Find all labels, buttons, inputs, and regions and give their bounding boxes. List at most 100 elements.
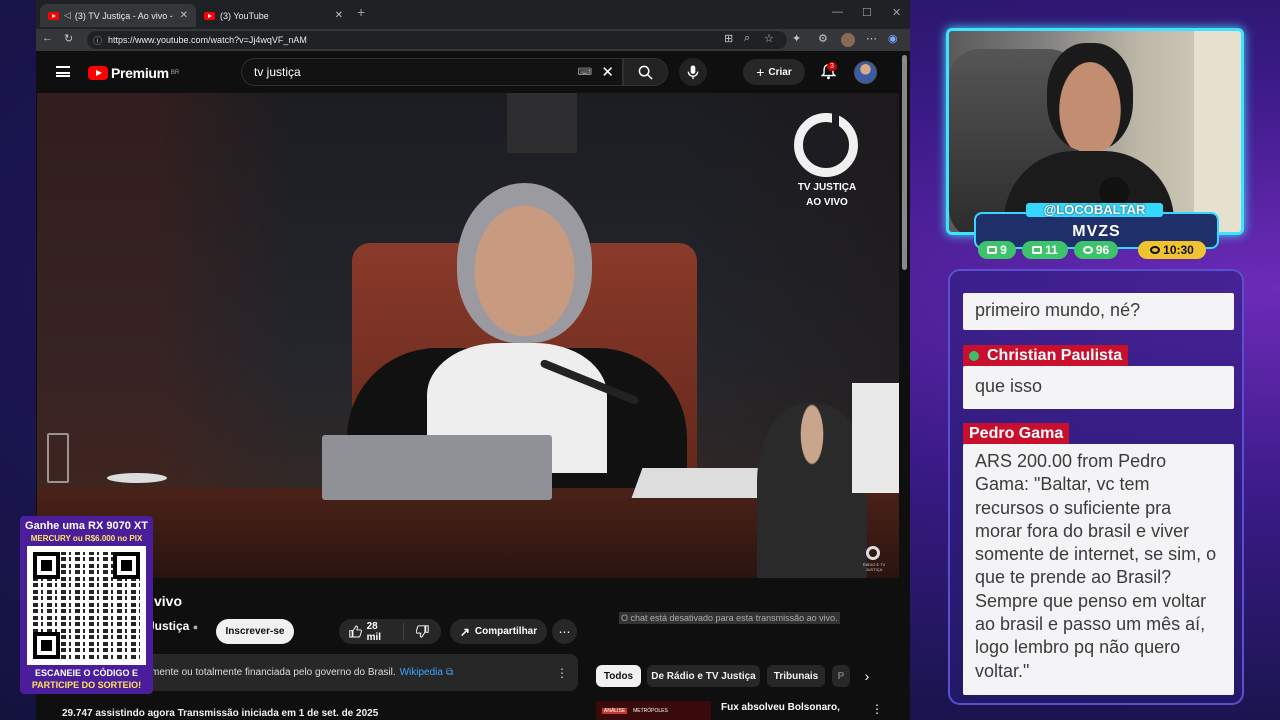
search-value: tv justiça <box>254 65 301 79</box>
close-tab-icon[interactable]: ✕ <box>180 10 188 21</box>
copilot-icon[interactable]: ◉ <box>888 32 898 45</box>
info-icon: ⓘ <box>93 35 103 46</box>
clock-icon <box>1150 246 1161 254</box>
judge-head <box>457 183 592 343</box>
address-bar[interactable]: ⓘ https://www.youtube.com/watch?v=Jj4wqV… <box>87 31 787 49</box>
chat-message: ARS 200.00 from Pedro Gama: "Baltar, vc … <box>963 444 1234 695</box>
promo-subline: MERCURY ou R$6.000 no PIX <box>30 534 143 543</box>
video-title: vivo <box>154 593 183 609</box>
chip-todos[interactable]: Todos <box>596 665 641 687</box>
maximize-icon[interactable]: ☐ <box>862 6 872 19</box>
close-tab-icon[interactable]: ✕ <box>335 10 343 21</box>
chip-partial[interactable]: P <box>832 665 850 687</box>
sign-language-interpreter <box>757 403 867 578</box>
clear-search-icon[interactable]: ✕ <box>601 63 614 81</box>
tv-justica-logo-icon <box>794 113 858 177</box>
side-papers <box>852 383 899 493</box>
notice-text: mente ou totalmente financiada pelo gove… <box>151 667 396 678</box>
reload-icon[interactable]: ↻ <box>64 32 73 45</box>
papers <box>631 468 773 498</box>
verified-icon: ● <box>192 622 199 632</box>
chat-author: Pedro Gama <box>963 423 1070 445</box>
extensions-icon[interactable]: ✦ <box>792 32 801 45</box>
speaker-icon: ◁ <box>64 10 71 20</box>
menu-dots-icon[interactable]: ⋯ <box>866 32 877 45</box>
close-window-icon[interactable]: ✕ <box>892 6 901 19</box>
recommendation-title[interactable]: Fux absolveu Bolsonaro, <box>721 702 840 713</box>
small-channel-logo-icon <box>866 546 880 560</box>
rec-source: METRÓPOLES <box>633 707 668 714</box>
search-icon <box>638 65 653 80</box>
stream-name: MVZS <box>1072 223 1121 240</box>
chevron-right-icon[interactable]: › <box>856 665 878 687</box>
browser-window: ◁ (3) TV Justiça - Ao vivo - You ✕ (3) Y… <box>36 0 910 720</box>
video-player[interactable]: TV JUSTIÇA AO VIVO RÁDIO E TV JUSTIÇA <box>37 93 899 578</box>
background-door <box>1194 31 1241 232</box>
voice-search-button[interactable] <box>679 58 707 86</box>
profile-avatar-icon[interactable] <box>841 33 855 47</box>
saucer <box>107 473 167 483</box>
account-avatar[interactable] <box>854 61 877 84</box>
clock-time: 10:30 <box>1163 243 1194 257</box>
qr-code <box>27 546 146 665</box>
external-link-icon: ⧉ <box>445 667 454 678</box>
like-button[interactable]: 28 mil <box>339 621 404 643</box>
back-icon[interactable]: ← <box>42 32 53 44</box>
minimize-icon[interactable]: — <box>832 6 843 18</box>
tab-label: (3) TV Justiça - Ao vivo - You <box>74 10 175 21</box>
channel-name[interactable]: Justiça ● <box>148 619 198 633</box>
subscribe-button[interactable]: Inscrever-se <box>216 619 294 644</box>
notification-count: 3 <box>827 62 837 71</box>
youtube-count-pill: 11 <box>1022 241 1068 259</box>
chat-message: que isso <box>963 366 1234 409</box>
url-text: https://www.youtube.com/watch?v=Jj4wqVF_… <box>108 35 307 45</box>
page-scrollbar[interactable] <box>902 55 907 270</box>
share-button[interactable]: ↗ Compartilhar <box>450 619 547 644</box>
zoom-icon[interactable]: ⌕ <box>744 32 750 45</box>
search-button[interactable] <box>623 58 668 86</box>
bookmark-star-icon[interactable]: ☆ <box>764 32 774 45</box>
clock-pill: 10:30 <box>1138 241 1206 259</box>
apps-icon[interactable]: ⊞ <box>724 32 733 45</box>
more-actions-button[interactable]: ⋯ <box>552 619 577 644</box>
dislike-button[interactable] <box>404 625 441 638</box>
chat-author: Christian Paulista <box>963 345 1129 367</box>
chat-message: primeiro mundo, né? <box>963 293 1234 330</box>
settings-icon[interactable]: ⚙ <box>818 32 828 45</box>
keyboard-icon[interactable]: ⌨ <box>578 67 592 78</box>
search-input[interactable]: tv justiça ⌨ ✕ <box>241 58 623 86</box>
streamer-handle: @LOCOBALTAR <box>1026 203 1163 217</box>
youtube-play-icon <box>88 66 108 80</box>
chat-icon <box>987 246 998 254</box>
notice-menu-icon[interactable]: ⋮ <box>556 666 568 680</box>
water-glass <box>47 433 69 483</box>
chat-count-pill: 9 <box>978 241 1016 259</box>
watermark-line2: AO VIVO <box>806 197 848 208</box>
qr-finder <box>33 632 60 659</box>
promo-cta-line1: ESCANEIE O CÓDIGO E <box>34 668 139 678</box>
viewers-count: 96 <box>1095 243 1110 257</box>
rec-tag: ANÁLISE <box>602 707 628 714</box>
giveaway-promo: Ganhe uma RX 9070 XT MERCURY ou R$6.000 … <box>20 516 153 694</box>
create-label: Criar <box>768 66 792 78</box>
hamburger-menu-icon[interactable] <box>56 66 70 77</box>
recommendation-thumbnail[interactable]: ANÁLISE METRÓPOLES <box>596 701 711 720</box>
subscribe-label: Inscrever-se <box>225 626 285 637</box>
promo-headline: Ganhe uma RX 9070 XT <box>25 520 148 532</box>
rec-menu-icon[interactable]: ⋮ <box>871 702 883 716</box>
thumbs-down-icon <box>416 625 429 638</box>
live-stats: 29.747 assistindo agora Transmissão inic… <box>62 708 379 719</box>
wikipedia-link[interactable]: Wikipedia <box>400 667 443 678</box>
tab-youtube[interactable]: (3) YouTube ✕ <box>196 4 351 27</box>
chat-disabled-message: O chat está desativado para esta transmi… <box>619 612 840 624</box>
new-tab-icon[interactable]: + <box>357 4 365 20</box>
chip-tribunais[interactable]: Tribunais <box>767 665 825 687</box>
create-button[interactable]: + Criar <box>743 59 805 85</box>
youtube-logo[interactable]: Premium BR <box>88 65 179 81</box>
tab-tv-justica[interactable]: ◁ (3) TV Justiça - Ao vivo - You ✕ <box>40 4 196 27</box>
brand-label: Premium <box>111 65 169 81</box>
small-logo-text: RÁDIO E TV JUSTIÇA <box>862 562 886 572</box>
chip-radio-tv-justica[interactable]: De Rádio e TV Justiça <box>647 665 760 687</box>
qr-finder <box>113 552 140 579</box>
watermark-line1: TV JUSTIÇA <box>797 182 857 193</box>
